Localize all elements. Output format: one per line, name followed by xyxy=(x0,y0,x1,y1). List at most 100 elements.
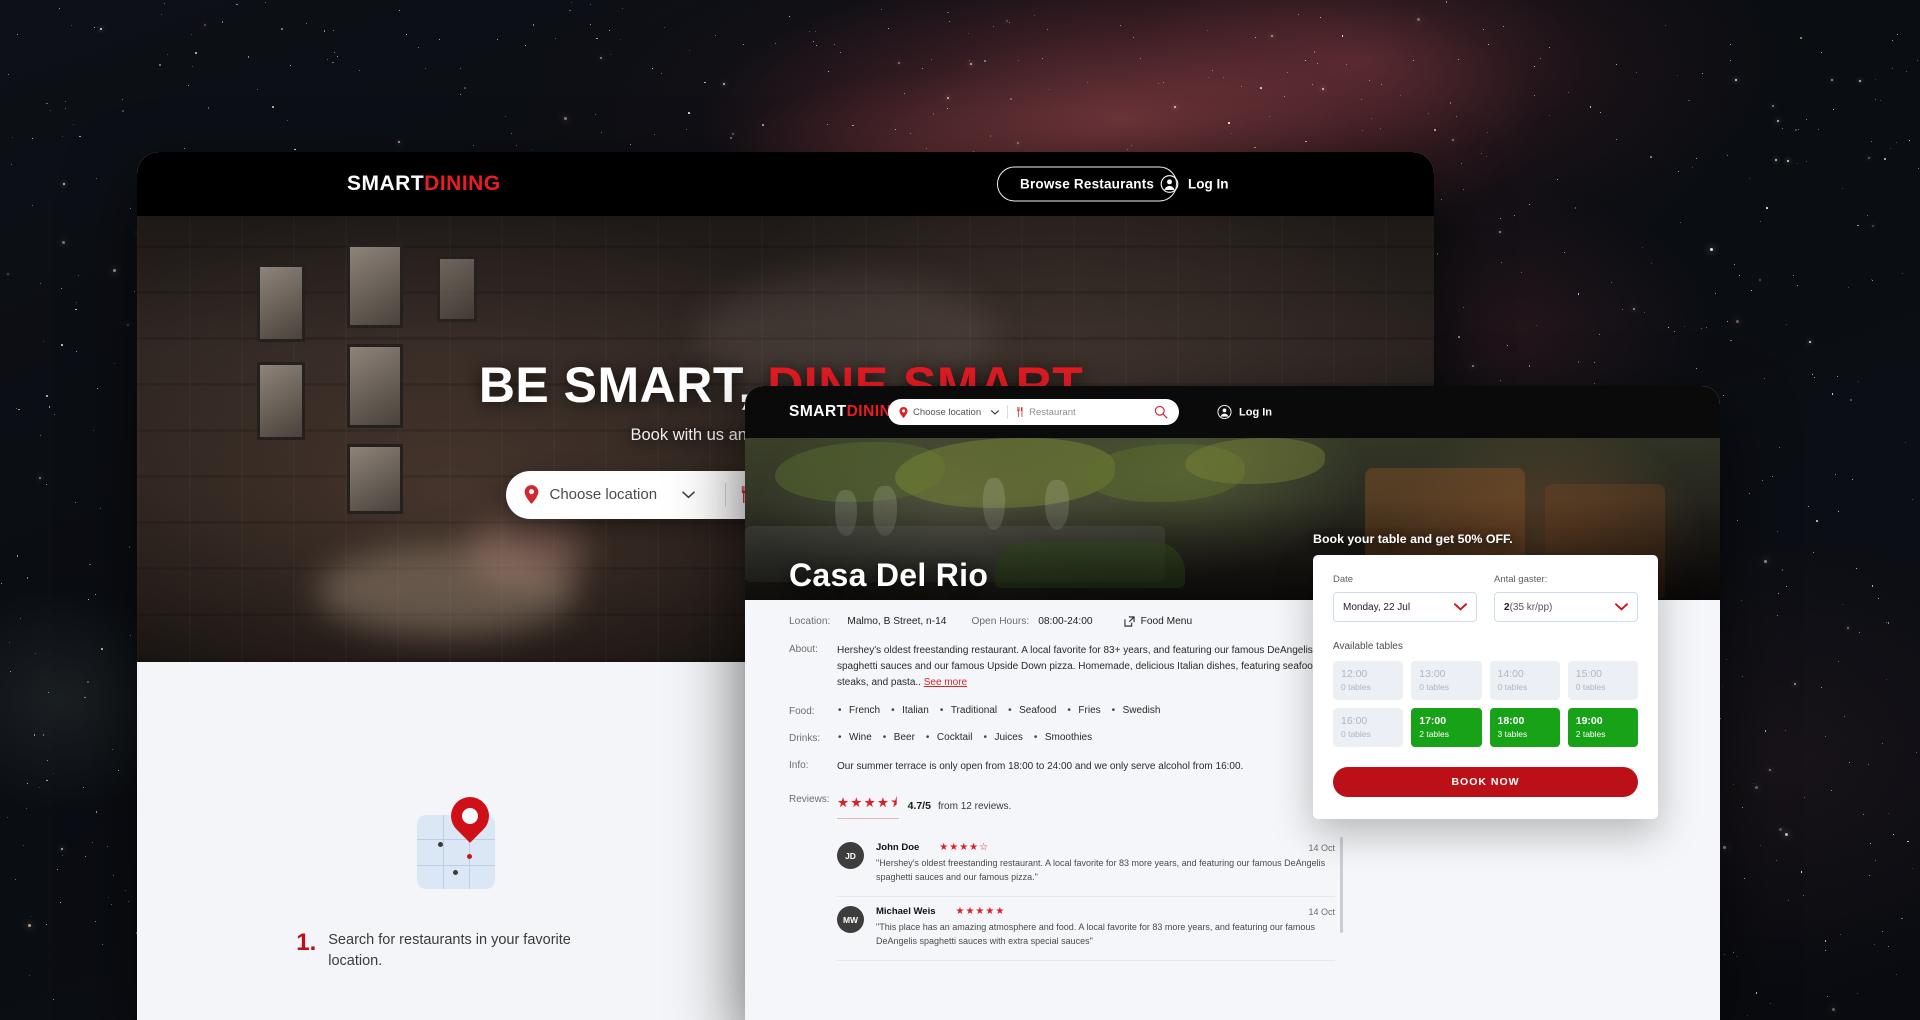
restaurant-name: Casa Del Rio xyxy=(789,557,989,593)
food-menu-link[interactable]: Food Menu xyxy=(1124,616,1192,627)
external-link-icon xyxy=(1124,616,1135,627)
time-slot[interactable]: 17:00 2 tables xyxy=(1411,708,1482,747)
step-1-number: 1. xyxy=(296,929,317,956)
slot-count: 0 tables xyxy=(1419,682,1450,692)
user-avatar-icon xyxy=(1217,404,1232,420)
home-logo[interactable]: SMARTDINING xyxy=(347,172,501,196)
about-label: About: xyxy=(789,644,818,655)
time-slot[interactable]: 19:00 2 tables xyxy=(1567,708,1638,747)
booking-card: Date Monday, 22 Jul Antal gaster: 2(35 k… xyxy=(1313,555,1658,819)
food-tag-list: FrenchItalianTraditionalSeafoodFriesSwed… xyxy=(837,705,1170,717)
location-select[interactable]: Choose location xyxy=(524,485,712,504)
guests-field: Antal gaster: 2(35 kr/pp) xyxy=(1494,574,1638,622)
logo-smart: SMART xyxy=(347,172,425,195)
restaurant-detail-window: SMARTDINING Choose location Restaurant L… xyxy=(745,386,1720,1020)
date-select[interactable]: Monday, 22 Jul xyxy=(1333,592,1477,622)
restaurant-meta-row: Location: Malmo, B Street, n-14 Open Hou… xyxy=(789,616,1335,627)
browse-restaurants-button[interactable]: Browse Restaurants xyxy=(997,166,1178,202)
tag-chip: Italian xyxy=(890,705,939,717)
tag-chip: Juices xyxy=(983,732,1033,744)
see-more-link[interactable]: See more xyxy=(924,677,967,688)
slot-time: 13:00 xyxy=(1419,668,1446,680)
info-label: Info: xyxy=(789,760,809,772)
guests-select[interactable]: 2(35 kr/pp) xyxy=(1494,592,1638,622)
tag-chip: Cocktail xyxy=(925,732,983,744)
review-stars: ★★★★★ xyxy=(955,906,1006,918)
slot-count: 0 tables xyxy=(1341,682,1371,692)
drinks-label: Drinks: xyxy=(789,733,821,745)
review-stars: ★★★★☆ xyxy=(939,842,990,854)
date-value: Monday, 22 Jul xyxy=(1343,601,1411,613)
date-label: Date xyxy=(1333,574,1354,585)
logo-dining: DINING xyxy=(424,172,501,195)
slot-time: 17:00 xyxy=(1419,715,1447,727)
detail-restaurant-placeholder: Restaurant xyxy=(1029,406,1076,418)
time-slot: 12:00 0 tables xyxy=(1333,661,1404,700)
food-row: Food: FrenchItalianTraditionalSeafoodFri… xyxy=(789,705,1335,717)
detail-login-button[interactable]: Log In xyxy=(1217,404,1272,420)
tag-chip: Swedish xyxy=(1111,705,1171,717)
user-avatar-icon xyxy=(1160,175,1179,194)
rating-stars: ★★★★⯨ xyxy=(837,793,899,820)
food-label: Food: xyxy=(789,706,815,718)
cutlery-icon xyxy=(1016,407,1024,417)
review-list: JD John Doe ★★★★☆ 14 Oct "Hershey's oldest f… xyxy=(837,833,1343,961)
tag-chip: Seafood xyxy=(1007,705,1066,717)
time-slot: 15:00 0 tables xyxy=(1567,661,1638,700)
detail-location-select[interactable]: Choose location xyxy=(899,406,1000,418)
detail-search-divider xyxy=(1007,405,1009,419)
detail-logo-smart: SMART xyxy=(789,403,847,420)
search-icon[interactable] xyxy=(1154,405,1168,419)
slot-count: 0 tables xyxy=(1497,682,1528,692)
location-label: Location: xyxy=(789,616,831,627)
review-date: 14 Oct xyxy=(1308,906,1335,917)
detail-location-placeholder: Choose location xyxy=(913,406,982,418)
rating-count: from 12 reviews. xyxy=(937,800,1012,812)
login-button[interactable]: Log In xyxy=(1160,175,1229,194)
hero-headline-white: BE SMART, xyxy=(478,356,753,413)
detail-search-bar[interactable]: Choose location Restaurant xyxy=(888,399,1179,425)
map-pin-art xyxy=(411,778,511,904)
about-text: Hershey's oldest freestanding restaurant… xyxy=(837,645,1322,688)
chevron-down-icon xyxy=(682,490,695,499)
tag-chip: French xyxy=(837,705,890,717)
tag-chip: Wine xyxy=(837,732,882,744)
guests-label: Antal gaster: xyxy=(1494,574,1548,585)
slot-time: 15:00 xyxy=(1575,668,1603,680)
booking-heading: Book your table and get 50% OFF. xyxy=(1313,532,1513,546)
detail-restaurant-input[interactable]: Restaurant xyxy=(1016,407,1154,418)
time-slot[interactable]: 18:00 3 tables xyxy=(1489,708,1560,747)
slot-time: 18:00 xyxy=(1497,715,1525,727)
detail-navbar: SMARTDINING Choose location Restaurant L… xyxy=(745,386,1720,438)
login-label: Log In xyxy=(1188,176,1229,192)
slot-count: 0 tables xyxy=(1575,682,1606,692)
review-date: 14 Oct xyxy=(1308,842,1335,853)
review-scrollbar[interactable] xyxy=(1340,837,1343,934)
location-placeholder: Choose location xyxy=(549,486,658,503)
review-author: John Doe xyxy=(876,842,920,854)
available-tables-label: Available tables xyxy=(1333,641,1403,652)
time-slot: 16:00 0 tables xyxy=(1333,708,1404,747)
slot-count: 3 tables xyxy=(1497,729,1528,739)
book-now-button[interactable]: BOOK NOW xyxy=(1333,767,1638,797)
slot-count: 0 tables xyxy=(1341,729,1371,739)
restaurant-detail-body: Location: Malmo, B Street, n-14 Open Hou… xyxy=(745,532,1720,1020)
detail-logo[interactable]: SMARTDINING xyxy=(789,403,904,421)
booking-panel: Book your table and get 50% OFF. Date Mo… xyxy=(1313,532,1658,819)
tag-chip: Beer xyxy=(882,732,925,744)
hours-value: 08:00-24:00 xyxy=(1038,616,1093,627)
tag-chip: Smoothies xyxy=(1033,732,1102,744)
review-text: "This place has an amazing atmosphere an… xyxy=(876,922,1315,946)
step-1: 1. Search for restaurants in your favori… xyxy=(137,778,786,971)
map-pin-icon xyxy=(899,406,908,418)
review-item: JD John Doe ★★★★☆ 14 Oct "Hershey's oldest f… xyxy=(837,833,1335,898)
about-text-wrap: Hershey's oldest freestanding restaurant… xyxy=(837,643,1335,690)
time-slot: 13:00 0 tables xyxy=(1411,661,1482,700)
slot-time: 16:00 xyxy=(1341,715,1368,727)
chevron-down-icon xyxy=(1454,603,1467,611)
time-slot: 14:00 0 tables xyxy=(1489,661,1560,700)
home-navbar: SMARTDINING Browse Restaurants Log In xyxy=(137,152,1434,216)
chevron-down-icon xyxy=(991,409,1000,415)
drinks-tag-list: WineBeerCocktailJuicesSmoothies xyxy=(837,732,1102,744)
tag-chip: Traditional xyxy=(939,705,1007,717)
